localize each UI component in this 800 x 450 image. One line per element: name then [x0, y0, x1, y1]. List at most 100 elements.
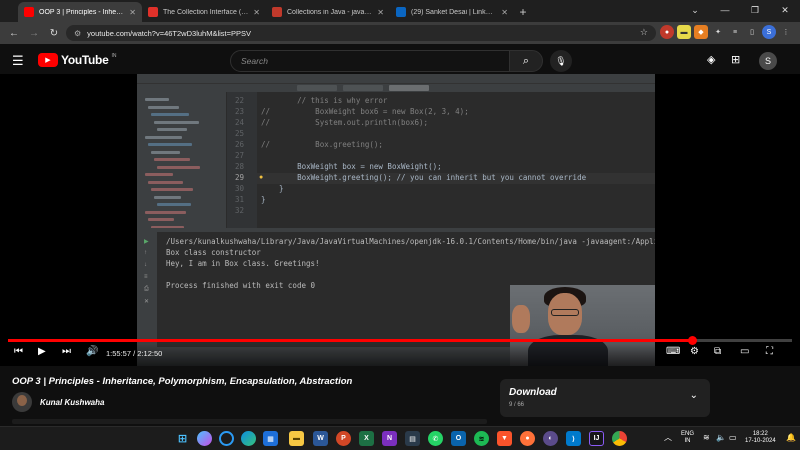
- minimize-icon[interactable]: —: [710, 0, 740, 20]
- tree-row[interactable]: [148, 143, 192, 146]
- tree-row[interactable]: [151, 188, 193, 191]
- new-tab-button[interactable]: +: [514, 2, 532, 22]
- media-app-icon[interactable]: ◐: [543, 431, 558, 446]
- browser-tab-2[interactable]: The Collection Interface (The Jav ✕: [142, 2, 266, 22]
- tab-close-icon[interactable]: ✕: [501, 8, 508, 17]
- channel-avatar[interactable]: [12, 392, 32, 412]
- profile-avatar[interactable]: S: [762, 25, 776, 39]
- tab-close-icon[interactable]: ✕: [377, 8, 384, 17]
- forward-icon[interactable]: →: [24, 23, 44, 43]
- tree-row[interactable]: [151, 113, 189, 116]
- speaker-icon[interactable]: 🔈: [716, 434, 726, 442]
- play-icon[interactable]: ▶: [38, 346, 46, 357]
- theater-mode-icon[interactable]: ▭: [740, 346, 749, 357]
- cast-icon[interactable]: ◈: [707, 53, 715, 66]
- powerpoint-icon[interactable]: P: [336, 431, 351, 446]
- intellij-icon[interactable]: IJ: [589, 431, 604, 446]
- video-player[interactable]: 22 23 24 25 26 27 28 29 30 31 32 // this is why er…: [0, 74, 800, 366]
- excel-icon[interactable]: X: [359, 431, 374, 446]
- channel-name[interactable]: Kunal Kushwaha: [40, 398, 104, 407]
- tab-close-icon[interactable]: ✕: [253, 8, 260, 17]
- tree-row[interactable]: [148, 105, 179, 109]
- edge-icon[interactable]: [241, 431, 256, 446]
- settings-gear-icon[interactable]: ⚙: [690, 346, 699, 357]
- youtube-logo[interactable]: ▶ YouTube IN: [38, 53, 116, 67]
- copilot-icon[interactable]: [197, 431, 212, 446]
- chevron-down-icon[interactable]: ⌄: [690, 390, 698, 401]
- maximize-icon[interactable]: ❐: [740, 0, 770, 20]
- code-line: BoxWeight box = new BoxWeight();: [261, 162, 442, 171]
- notification-bell-icon[interactable]: 🔔: [786, 434, 796, 442]
- tree-row[interactable]: [145, 210, 186, 214]
- wifi-icon[interactable]: ≋: [703, 434, 710, 442]
- browser-tab-1[interactable]: OOP 3 | Principles - Inheritance ✕: [18, 2, 142, 22]
- tree-row[interactable]: [145, 98, 169, 101]
- tree-row[interactable]: [145, 135, 182, 139]
- language-indicator[interactable]: ENG IN: [681, 431, 694, 445]
- tree-row[interactable]: [157, 165, 200, 169]
- record-extension-icon[interactable]: ●: [660, 25, 674, 39]
- media-controls-icon[interactable]: ≡: [728, 25, 742, 39]
- sidebar-icon[interactable]: ▯: [745, 25, 759, 39]
- battery-icon[interactable]: ▭: [729, 434, 737, 442]
- word-icon[interactable]: W: [313, 431, 328, 446]
- miniplayer-icon[interactable]: ⧉: [714, 346, 721, 357]
- site-info-icon[interactable]: ⚙: [74, 29, 81, 38]
- brave-icon[interactable]: ▼: [497, 431, 512, 446]
- cortana-icon[interactable]: [219, 431, 234, 446]
- spotify-icon[interactable]: ≋: [474, 431, 489, 446]
- tree-row[interactable]: [148, 218, 174, 221]
- color-extension-icon[interactable]: ◆: [694, 25, 708, 39]
- file-explorer-icon[interactable]: ▬: [289, 431, 304, 446]
- outlook-icon[interactable]: O: [451, 431, 466, 446]
- code-line: BoxWeight.greeting(); // you can inherit…: [261, 173, 587, 182]
- tree-row[interactable]: [154, 158, 190, 161]
- tree-row[interactable]: [154, 195, 181, 199]
- puzzle-extensions-icon[interactable]: ✦: [711, 25, 725, 39]
- tree-row[interactable]: [145, 173, 173, 176]
- progress-scrubber-handle[interactable]: [687, 336, 697, 345]
- account-avatar[interactable]: S: [759, 52, 777, 70]
- search-input[interactable]: [241, 56, 509, 66]
- browser-tab-4[interactable]: (29) Sanket Desai | LinkedIn ✕: [390, 2, 514, 22]
- subtitles-icon[interactable]: ⌨: [666, 346, 680, 357]
- reload-icon[interactable]: ↻: [44, 23, 64, 43]
- chrome-icon[interactable]: [612, 431, 627, 446]
- bookmark-star-icon[interactable]: ☆: [640, 27, 648, 38]
- voice-search-button[interactable]: 🎙: [550, 50, 572, 72]
- tree-row[interactable]: [154, 120, 199, 124]
- onenote-icon[interactable]: N: [382, 431, 397, 446]
- back-icon[interactable]: ←: [4, 23, 24, 43]
- hamburger-menu-icon[interactable]: ☰: [12, 53, 24, 69]
- tree-row[interactable]: [148, 180, 183, 184]
- whatsapp-icon[interactable]: ✆: [428, 431, 443, 446]
- tray-expand-icon[interactable]: ︿: [664, 434, 672, 442]
- next-video-icon[interactable]: ⏭: [62, 346, 71, 357]
- browser-tab-3[interactable]: Collections in Java - javatpoint ✕: [266, 2, 390, 22]
- previous-video-icon[interactable]: ⏮: [14, 346, 23, 357]
- notes-extension-icon[interactable]: ▬: [677, 25, 691, 39]
- fullscreen-icon[interactable]: ⛶: [766, 346, 773, 357]
- create-video-icon[interactable]: ⊞: [731, 53, 740, 66]
- tree-row[interactable]: [151, 150, 180, 154]
- current-time: 1:55:57: [106, 349, 132, 358]
- firefox-icon[interactable]: ●: [520, 431, 535, 446]
- volume-icon[interactable]: 🔊: [86, 346, 98, 357]
- tab-close-icon[interactable]: ✕: [129, 8, 136, 17]
- download-card[interactable]: Download 9 / 66 ⌄: [500, 379, 710, 417]
- line-number: 25: [234, 129, 244, 138]
- store-icon[interactable]: ▦: [263, 431, 278, 446]
- windows-start-icon[interactable]: ⊞: [175, 431, 190, 446]
- clock[interactable]: 18:22 17-10-2024: [745, 431, 776, 445]
- download-progress-text: 9 / 66: [509, 402, 525, 408]
- close-window-icon[interactable]: ✕: [770, 0, 800, 20]
- vscode-icon[interactable]: ⟩: [566, 431, 581, 446]
- more-menu-icon[interactable]: ⋮: [779, 25, 793, 39]
- tree-row[interactable]: [157, 128, 187, 131]
- address-bar[interactable]: ⚙ youtube.com/watch?v=46T2wD3luhM&list=P…: [66, 25, 656, 41]
- tab-search-icon[interactable]: ⌄: [680, 0, 710, 20]
- tree-row[interactable]: [157, 203, 191, 206]
- progress-bar[interactable]: [8, 336, 792, 345]
- search-button[interactable]: ⌕: [509, 50, 543, 72]
- notepad-icon[interactable]: ▤: [405, 431, 420, 446]
